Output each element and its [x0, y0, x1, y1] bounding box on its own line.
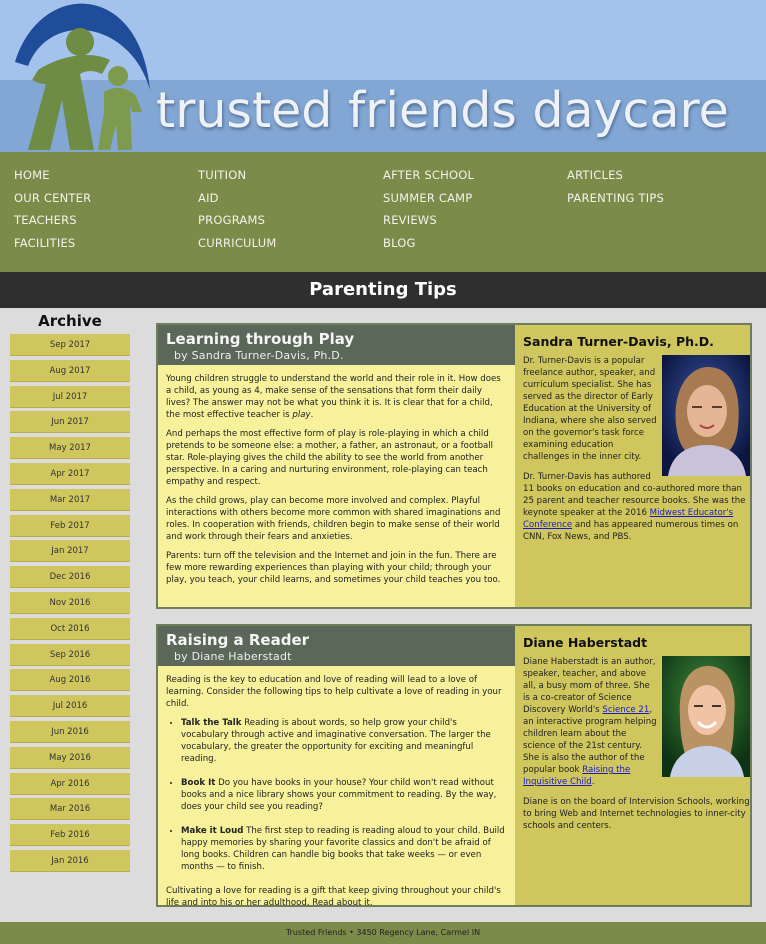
archive-item-jun-2017[interactable]: Jun 2017: [10, 411, 130, 434]
archive-sidebar: Archive Sep 2017 Aug 2017 Jul 2017 Jun 2…: [10, 312, 130, 876]
article-paragraph: As the child grows, play can become more…: [166, 496, 501, 542]
article-header: Learning through Play by Sandra Turner-D…: [158, 325, 515, 365]
archive-item-apr-2016[interactable]: Apr 2016: [10, 772, 130, 795]
archive-heading: Archive: [38, 312, 102, 330]
author-photo: [662, 656, 750, 777]
site-header: trusted friends daycare: [0, 0, 766, 152]
list-item: Book It Do you have books in your house?…: [181, 777, 507, 813]
article-paragraph: Cultivating a love for reading is a gift…: [166, 886, 501, 908]
archive-item-mar-2016[interactable]: Mar 2016: [10, 798, 130, 821]
article-body: Young children struggle to understand th…: [158, 365, 515, 586]
nav-link-home[interactable]: HOME: [14, 164, 91, 187]
paragraph-text: .: [310, 410, 314, 420]
nav-link-reviews[interactable]: REVIEWS: [383, 209, 474, 232]
article-paragraph: Young children struggle to understand th…: [166, 373, 507, 421]
archive-item-sep-2016[interactable]: Sep 2016: [10, 643, 130, 666]
nav-link-facilities[interactable]: FACILITIES: [14, 232, 91, 255]
article-title[interactable]: Learning through Play: [166, 330, 507, 348]
nav-link-aid[interactable]: AID: [198, 187, 276, 210]
author-sidebar: Diane Haberstadt Diane Haberstadt is an …: [523, 626, 750, 840]
nav-link-articles[interactable]: ARTICLES: [567, 164, 664, 187]
archive-item-sep-2017[interactable]: Sep 2017: [10, 334, 130, 356]
article-learning-through-play: Learning through Play by Sandra Turner-D…: [156, 323, 752, 609]
site-title[interactable]: trusted friends daycare: [156, 82, 729, 139]
article-body: Reading is the key to education and love…: [158, 666, 515, 909]
tip-text: Do you have books in your house? Your ch…: [181, 778, 497, 812]
page-title-bar: Parenting Tips: [0, 272, 766, 308]
list-item: Talk the Talk Reading is about words, so…: [181, 717, 507, 765]
archive-item-jun-2016[interactable]: Jun 2016: [10, 720, 130, 743]
article-byline: by Diane Haberstadt: [174, 650, 292, 663]
article-paragraph: Reading is the key to education and love…: [166, 675, 502, 709]
nav-link-parenting-tips[interactable]: PARENTING TIPS: [567, 187, 664, 210]
site-footer: Trusted Friends • 3450 Regency Lane, Car…: [0, 922, 766, 944]
author-bio: Diane is on the board of Intervision Sch…: [523, 797, 750, 831]
nav-column-2: TUITION AID PROGRAMS CURRICULUM: [198, 164, 276, 254]
nav-link-curriculum[interactable]: CURRICULUM: [198, 232, 276, 255]
archive-item-jan-2016[interactable]: Jan 2016: [10, 849, 130, 872]
science-21-link[interactable]: Science 21: [602, 705, 649, 715]
author-sidebar: Sandra Turner-Davis, Ph.D. Dr. Turner-Da…: [523, 325, 750, 551]
archive-item-mar-2017[interactable]: Mar 2017: [10, 488, 130, 511]
nav-link-programs[interactable]: PROGRAMS: [198, 209, 276, 232]
nav-column-1: HOME OUR CENTER TEACHERS FACILITIES: [14, 164, 91, 254]
nav-column-4: ARTICLES PARENTING TIPS: [567, 164, 664, 209]
article-paragraph: Parents: turn off the television and the…: [166, 551, 501, 585]
article-main: Learning through Play by Sandra Turner-D…: [158, 325, 515, 607]
archive-item-aug-2017[interactable]: Aug 2017: [10, 359, 130, 382]
bio-text: .: [591, 777, 595, 787]
archive-item-jan-2017[interactable]: Jan 2017: [10, 540, 130, 563]
author-name: Diane Haberstadt: [523, 635, 648, 650]
archive-item-nov-2016[interactable]: Nov 2016: [10, 591, 130, 614]
tip-title: Book It: [181, 778, 216, 788]
main-nav: HOME OUR CENTER TEACHERS FACILITIES TUIT…: [0, 152, 766, 272]
archive-item-jul-2016[interactable]: Jul 2016: [10, 695, 130, 718]
nav-link-our-center[interactable]: OUR CENTER: [14, 187, 91, 210]
tip-title: Talk the Talk: [181, 718, 242, 728]
article-raising-a-reader: Raising a Reader by Diane Haberstadt Rea…: [156, 624, 752, 908]
article-byline: by Sandra Turner-Davis, Ph.D.: [174, 349, 344, 362]
archive-item-may-2017[interactable]: May 2017: [10, 437, 130, 460]
archive-item-aug-2016[interactable]: Aug 2016: [10, 669, 130, 692]
archive-item-feb-2017[interactable]: Feb 2017: [10, 514, 130, 537]
author-name: Sandra Turner-Davis, Ph.D.: [523, 334, 714, 349]
article-main: Raising a Reader by Diane Haberstadt Rea…: [158, 626, 515, 908]
page-title: Parenting Tips: [309, 279, 457, 300]
list-item: Make it Loud The first step to reading i…: [181, 825, 507, 873]
article-header: Raising a Reader by Diane Haberstadt: [158, 626, 515, 666]
nav-link-teachers[interactable]: TEACHERS: [14, 209, 91, 232]
archive-item-may-2016[interactable]: May 2016: [10, 746, 130, 769]
tips-list: Talk the Talk Reading is about words, so…: [166, 717, 507, 873]
nav-link-summer-camp[interactable]: SUMMER CAMP: [383, 187, 474, 210]
archive-item-apr-2017[interactable]: Apr 2017: [10, 462, 130, 485]
article-paragraph: And perhaps the most effective form of p…: [166, 429, 494, 487]
article-title[interactable]: Raising a Reader: [166, 631, 507, 649]
nav-link-tuition[interactable]: TUITION: [198, 164, 276, 187]
family-logo-icon[interactable]: [10, 0, 160, 152]
nav-link-blog[interactable]: BLOG: [383, 232, 474, 255]
tip-title: Make it Loud: [181, 826, 244, 836]
author-bio: Dr. Turner-Davis has authored 11 books o…: [523, 471, 750, 543]
nav-column-3: AFTER SCHOOL SUMMER CAMP REVIEWS BLOG: [383, 164, 474, 254]
archive-item-jul-2017[interactable]: Jul 2017: [10, 385, 130, 408]
author-photo: [662, 355, 750, 476]
nav-link-after-school[interactable]: AFTER SCHOOL: [383, 164, 474, 187]
archive-item-feb-2016[interactable]: Feb 2016: [10, 824, 130, 847]
emphasis-text: play: [292, 410, 311, 420]
archive-item-dec-2016[interactable]: Dec 2016: [10, 566, 130, 589]
paragraph-text: Young children struggle to understand th…: [166, 374, 501, 420]
archive-item-oct-2016[interactable]: Oct 2016: [10, 617, 130, 640]
